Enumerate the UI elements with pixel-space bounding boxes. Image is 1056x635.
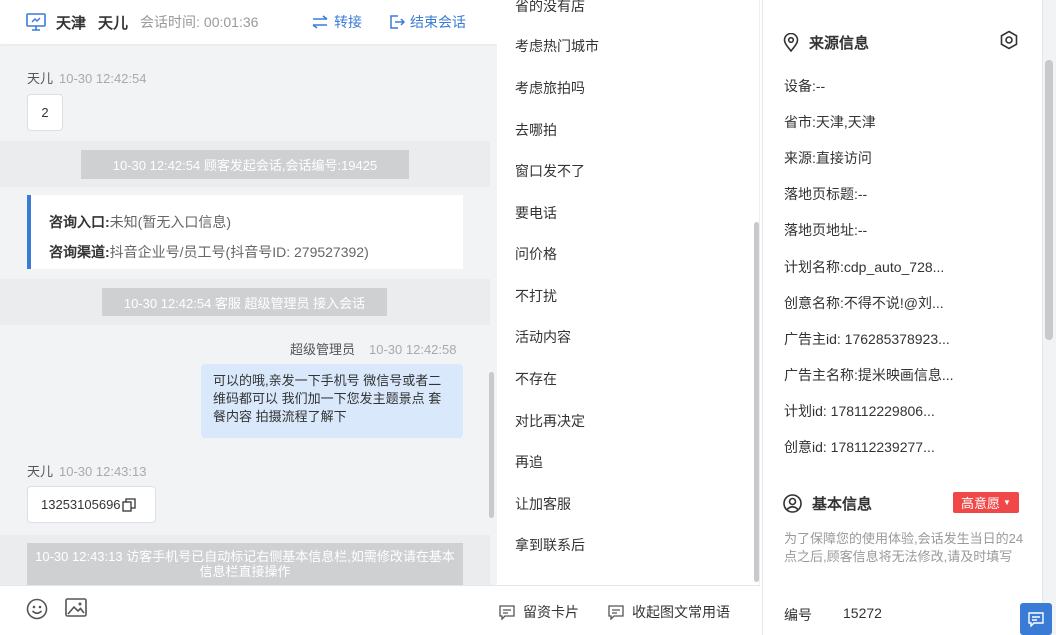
entry-label: 咨询入口: — [49, 214, 110, 230]
quick-reply-item[interactable]: 去哪拍 — [515, 120, 557, 140]
message-meta: 超级管理员 10-30 12:42:58 — [290, 339, 456, 358]
message-time: 10-30 12:42:54 — [59, 71, 147, 86]
lead-card-button[interactable]: 留资卡片 — [499, 602, 579, 622]
chat-header: 天津 天儿 会话时间: 00:01:36 转接 结束会话 — [0, 0, 497, 44]
basic-title: 基本信息 — [812, 496, 873, 513]
quick-reply-item[interactable]: 省的没有店 — [515, 0, 585, 16]
channel-value: 抖音企业号/员工号(抖音号ID: 279527392) — [109, 244, 369, 260]
emoji-icon[interactable] — [26, 598, 48, 620]
exit-icon — [390, 15, 405, 29]
transfer-label: 转接 — [334, 14, 362, 30]
message-time: 10-30 12:43:13 — [59, 464, 147, 479]
phone-number: 13253105696 — [41, 497, 121, 512]
info-creative-name: 创意名称:不得不说!@刘... — [784, 295, 944, 311]
message-meta: 天儿 10-30 12:43:13 — [27, 461, 146, 480]
collapse-phrases-label: 收起图文常用语 — [632, 604, 730, 620]
info-advertiser-name: 广告主名称:提米映画信息... — [784, 367, 954, 383]
edit-notice: 为了保障您的使用体验,会话发生当日的24点之后,顾客信息将无法修改,请及时填写 — [784, 531, 1024, 564]
agent-message-bubble: 可以的哦,亲发一下手机号 微信号或者二维码都可以 我们加一下您发主题景点 套餐内… — [201, 364, 463, 438]
image-icon[interactable] — [65, 598, 87, 618]
info-device: 设备:-- — [784, 78, 826, 94]
monitor-icon — [26, 13, 46, 31]
source-title: 来源信息 — [809, 35, 870, 52]
id-label: 编号 — [784, 607, 812, 623]
quick-reply-item[interactable]: 不存在 — [515, 369, 557, 389]
quick-reply-item[interactable]: 活动内容 — [515, 327, 571, 347]
quick-reply-item[interactable]: 考虑旅拍吗 — [515, 78, 585, 98]
info-province: 省市:天津,天津 — [784, 114, 876, 130]
sender-name: 天儿 — [27, 464, 54, 479]
session-time: 00:01:36 — [203, 14, 259, 30]
quick-reply-item[interactable]: 窗口发不了 — [515, 161, 585, 181]
source-section-title: 来源信息 — [783, 32, 869, 53]
collapse-phrases-button[interactable]: 收起图文常用语 — [608, 602, 730, 622]
user-icon — [783, 494, 802, 513]
caret-down-icon: ▼ — [1003, 498, 1011, 507]
end-session-label: 结束会话 — [410, 14, 466, 30]
location-icon — [783, 33, 799, 52]
quick-reply-item[interactable]: 问价格 — [515, 244, 557, 264]
info-landing-title: 落地页标题:-- — [784, 186, 868, 202]
quick-toolbar: 留资卡片 收起图文常用语 — [497, 585, 760, 635]
quick-reply-item[interactable]: 再追 — [515, 452, 543, 472]
info-creative-id: 创意id: 178112239277... — [784, 439, 935, 455]
info-advertiser-id: 广告主id: 176285378923... — [784, 331, 950, 347]
quick-reply-item[interactable]: 拿到联系后 — [515, 535, 585, 555]
chat-toolbar — [0, 585, 497, 635]
quick-reply-panel: 省的没有店 考虑热门城市 考虑旅拍吗 去哪拍 窗口发不了 要电话 问价格 不打扰… — [497, 0, 760, 635]
quick-reply-scrollbar[interactable] — [754, 222, 759, 582]
intent-badge[interactable]: 高意愿 ▼ — [953, 492, 1019, 513]
consult-info-card: 咨询入口:未知(暂无入口信息) 咨询渠道:抖音企业号/员工号(抖音号ID: 27… — [27, 195, 463, 269]
system-message: 10-30 12:42:54 客服 超级管理员 接入会话 — [102, 288, 387, 316]
transfer-button[interactable]: 转接 — [311, 12, 362, 32]
channel-label: 咨询渠道: — [49, 244, 110, 260]
visitor-city: 天津 — [56, 14, 87, 32]
float-chat-button[interactable] — [1020, 603, 1052, 635]
phone-message-bubble: 13253105696 — [27, 486, 156, 523]
message-icon — [608, 604, 624, 620]
end-session-button[interactable]: 结束会话 — [389, 12, 466, 32]
quick-reply-item[interactable]: 不打扰 — [515, 286, 557, 306]
sender-name: 超级管理员 — [290, 342, 356, 357]
sender-name: 天儿 — [27, 71, 54, 86]
settings-icon[interactable] — [999, 30, 1019, 50]
entry-value: 未知(暂无入口信息) — [109, 214, 231, 230]
transfer-icon — [312, 15, 328, 29]
session-label: 会话时间: — [140, 14, 200, 30]
system-message: 10-30 12:42:54 顾客发起会话,会话编号:19425 — [81, 150, 409, 179]
quick-reply-item[interactable]: 考虑热门城市 — [515, 36, 599, 56]
info-source: 来源:直接访问 — [784, 150, 872, 166]
visitor-name: 天儿 — [98, 14, 129, 32]
chat-panel: 天津 天儿 会话时间: 00:01:36 转接 结束会话 天儿 10-30 12:… — [0, 0, 497, 635]
chat-scrollbar[interactable] — [489, 372, 494, 518]
id-value: 15272 — [843, 605, 882, 621]
customer-info-panel: 来源信息 设备:-- 省市:天津,天津 来源:直接访问 落地页标题:-- 落地页… — [762, 0, 1042, 635]
card-icon — [499, 604, 515, 620]
quick-reply-item[interactable]: 对比再决定 — [515, 411, 585, 431]
message-meta: 天儿 10-30 12:42:54 — [27, 68, 146, 87]
quick-reply-item[interactable]: 要电话 — [515, 203, 557, 223]
copy-icon[interactable] — [121, 497, 136, 512]
lead-card-label: 留资卡片 — [523, 604, 579, 620]
system-message: 10-30 12:43:13 访客手机号已自动标记右侧基本信息栏,如需修改请在基… — [27, 543, 463, 585]
info-plan-name: 计划名称:cdp_auto_728... — [784, 259, 945, 275]
basic-section-title: 基本信息 — [783, 493, 872, 514]
message-time: 10-30 12:42:58 — [369, 342, 457, 357]
chat-icon — [1028, 611, 1044, 627]
outer-scrollbar[interactable] — [1045, 60, 1053, 340]
intent-label: 高意愿 — [961, 496, 1001, 511]
quick-reply-item[interactable]: 让加客服 — [515, 494, 571, 514]
message-bubble: 2 — [27, 94, 63, 131]
info-landing-url: 落地页地址:-- — [784, 222, 868, 238]
info-plan-id: 计划id: 178112229806... — [784, 403, 935, 419]
